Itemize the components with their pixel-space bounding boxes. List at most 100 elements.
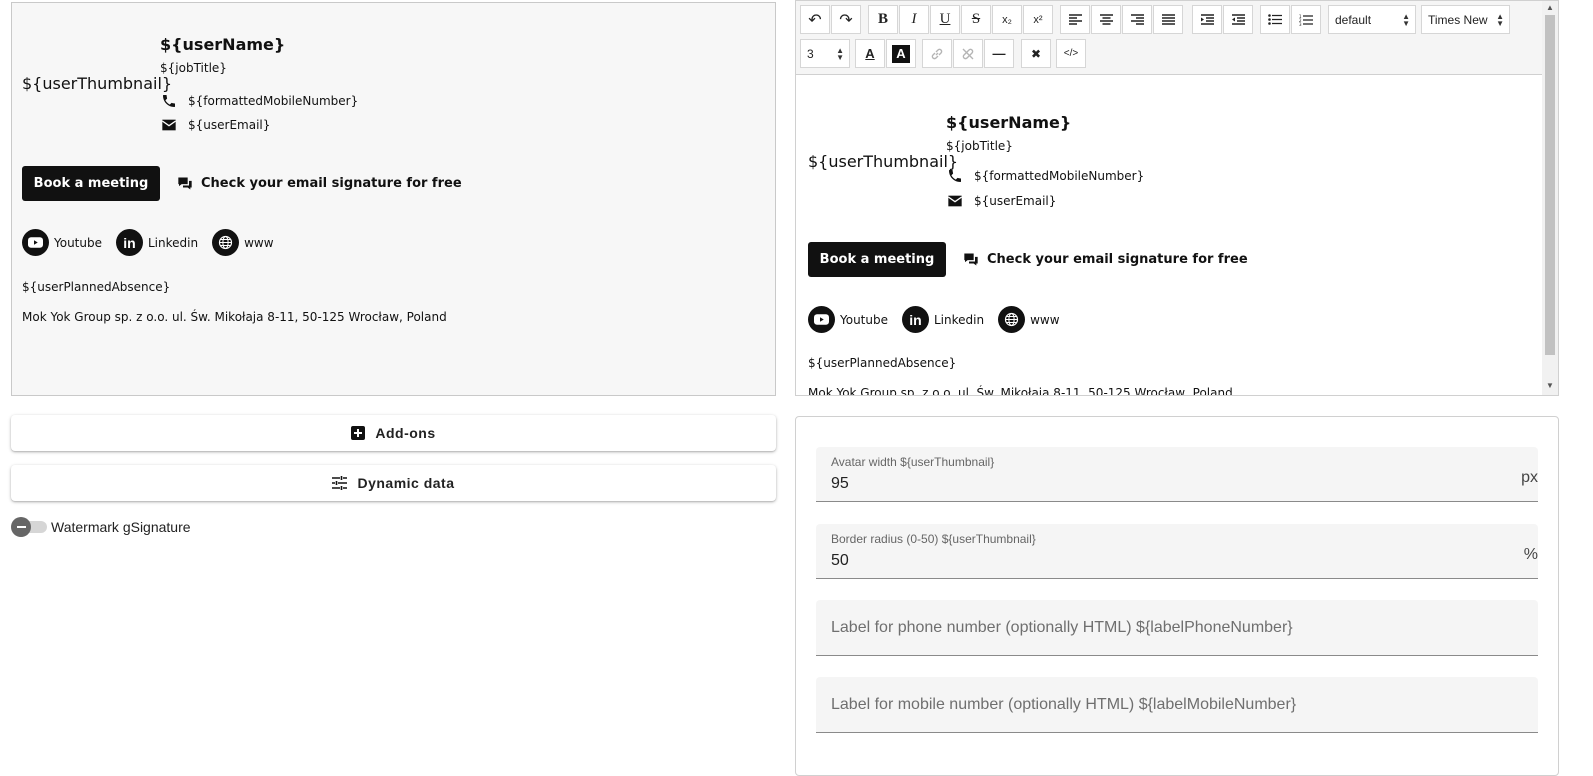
field-suffix: px xyxy=(1521,469,1538,486)
planned-absence: ${userPlannedAbsence} xyxy=(808,356,957,370)
linkedin-icon: in xyxy=(116,229,143,256)
user-thumbnail: ${userThumbnail} xyxy=(808,152,959,171)
field-value[interactable]: 50 xyxy=(831,552,849,570)
italic-button[interactable]: I xyxy=(899,5,929,34)
watermark-row: Watermark gSignature xyxy=(11,517,191,537)
justify-button[interactable] xyxy=(1153,5,1183,34)
job-title: ${jobTitle} xyxy=(946,139,1013,153)
align-left-button[interactable] xyxy=(1060,5,1090,34)
check-signature-label: Check your email signature for free xyxy=(201,176,462,191)
social-label: Youtube xyxy=(54,235,102,250)
html-editor: ↶ ↷ B I U S x₂ x² 123 default ▲ ▼ Times … xyxy=(795,0,1559,396)
text-color-button[interactable]: A xyxy=(855,39,885,68)
bullet-list-button[interactable] xyxy=(1260,5,1290,34)
email-line: ${userEmail} xyxy=(946,192,1056,210)
field-value[interactable]: 95 xyxy=(831,475,849,493)
book-meeting-button[interactable]: Book a meeting xyxy=(808,242,946,277)
phone-icon xyxy=(160,92,178,110)
field-suffix: % xyxy=(1523,546,1538,563)
unlink-button[interactable] xyxy=(953,39,983,68)
user-name: ${userName} xyxy=(946,113,1072,132)
underline-button[interactable]: U xyxy=(930,5,960,34)
dynamic-data-button[interactable]: Dynamic data xyxy=(11,465,776,501)
format-select[interactable]: default ▲ ▼ xyxy=(1328,5,1416,34)
align-center-icon xyxy=(1099,14,1113,25)
email-line: ${userEmail} xyxy=(160,116,270,134)
addons-button[interactable]: Add-ons xyxy=(11,415,776,451)
social-links: Youtube in Linkedin www xyxy=(22,229,288,256)
youtube-icon xyxy=(22,229,49,256)
mail-icon xyxy=(946,192,964,210)
align-left-icon xyxy=(1068,14,1082,25)
horizontal-rule-button[interactable]: — xyxy=(984,39,1014,68)
social-linkedin[interactable]: in Linkedin xyxy=(902,306,984,333)
subscript-button[interactable]: x₂ xyxy=(992,5,1022,34)
mobile-number: ${formattedMobileNumber} xyxy=(188,94,359,108)
check-signature-link[interactable]: Check your email signature for free xyxy=(177,176,462,191)
mail-icon xyxy=(160,116,178,134)
company-address: Mok Yok Group sp. z o.o. ul. Św. Mikołaj… xyxy=(808,386,1233,395)
highlight-icon: A xyxy=(892,44,910,63)
editor-scrollbar[interactable]: ▲ ▼ xyxy=(1542,1,1558,395)
align-center-button[interactable] xyxy=(1091,5,1121,34)
chat-icon xyxy=(177,176,193,191)
strikethrough-button[interactable]: S xyxy=(961,5,991,34)
book-meeting-button[interactable]: Book a meeting xyxy=(22,166,160,201)
link-button[interactable] xyxy=(922,39,952,68)
outdent-button[interactable] xyxy=(1223,5,1253,34)
minus-icon xyxy=(11,517,31,537)
superscript-button[interactable]: x² xyxy=(1023,5,1053,34)
planned-absence: ${userPlannedAbsence} xyxy=(22,280,171,294)
undo-button[interactable]: ↶ xyxy=(800,5,830,34)
code-view-button[interactable]: </> xyxy=(1056,39,1086,68)
clear-format-button[interactable]: ✖ xyxy=(1021,39,1051,68)
phone-icon xyxy=(946,167,964,185)
unlink-icon xyxy=(962,48,974,59)
field-placeholder: Label for phone number (optionally HTML)… xyxy=(831,619,1293,636)
font-size-value: 3 xyxy=(807,46,814,61)
align-right-icon xyxy=(1130,14,1144,25)
avatar-width-field[interactable]: Avatar width ${userThumbnail} 95 px xyxy=(816,447,1538,502)
bold-button[interactable]: B xyxy=(868,5,898,34)
settings-panel: Avatar width ${userThumbnail} 95 px Bord… xyxy=(795,416,1559,776)
align-justify-icon xyxy=(1161,14,1175,25)
mobile-line: ${formattedMobileNumber} xyxy=(160,92,358,110)
user-name: ${userName} xyxy=(160,35,286,54)
scroll-down-icon[interactable]: ▼ xyxy=(1546,381,1554,390)
social-label: Linkedin xyxy=(934,312,985,327)
mobile-number: ${formattedMobileNumber} xyxy=(974,169,1145,183)
add-box-icon xyxy=(351,426,366,440)
field-label: Avatar width ${userThumbnail} xyxy=(831,455,995,469)
border-radius-field[interactable]: Border radius (0-50) ${userThumbnail} 50… xyxy=(816,524,1538,579)
company-address: Mok Yok Group sp. z o.o. ul. Św. Mikołaj… xyxy=(22,310,447,324)
redo-button[interactable]: ↷ xyxy=(831,5,861,34)
svg-text:3: 3 xyxy=(1299,22,1302,26)
outdent-icon xyxy=(1231,14,1245,25)
check-signature-link[interactable]: Check your email signature for free xyxy=(963,252,1248,267)
numbered-list-button[interactable]: 123 xyxy=(1291,5,1321,34)
social-www[interactable]: www xyxy=(998,306,1060,333)
social-youtube[interactable]: Youtube xyxy=(808,306,888,333)
social-youtube[interactable]: Youtube xyxy=(22,229,102,256)
select-arrows-icon: ▲ ▼ xyxy=(1496,12,1504,28)
numbered-list-icon: 123 xyxy=(1299,14,1313,26)
mobile-line: ${formattedMobileNumber} xyxy=(946,167,1144,185)
editor-content[interactable]: ${userThumbnail} ${userName} ${jobTitle}… xyxy=(796,81,1542,395)
social-linkedin[interactable]: in Linkedin xyxy=(116,229,198,256)
watermark-toggle[interactable] xyxy=(11,517,47,537)
addons-label: Add-ons xyxy=(375,425,436,441)
phone-label-field[interactable]: Label for phone number (optionally HTML)… xyxy=(816,600,1538,656)
mobile-label-field[interactable]: Label for mobile number (optionally HTML… xyxy=(816,677,1538,733)
social-label: www xyxy=(1030,312,1060,327)
indent-icon xyxy=(1200,14,1214,25)
align-right-button[interactable] xyxy=(1122,5,1152,34)
font-size-select[interactable]: 3 ▲ ▼ xyxy=(800,39,850,68)
scrollbar-thumb[interactable] xyxy=(1545,15,1555,355)
background-color-button[interactable]: A xyxy=(886,39,916,68)
indent-button[interactable] xyxy=(1192,5,1222,34)
editor-toolbar: ↶ ↷ B I U S x₂ x² 123 default ▲ ▼ Times … xyxy=(796,1,1542,75)
signature-block: ${userThumbnail} ${userName} ${jobTitle}… xyxy=(22,3,762,393)
scroll-up-icon[interactable]: ▲ xyxy=(1546,3,1554,12)
social-www[interactable]: www xyxy=(212,229,274,256)
font-select[interactable]: Times New Roman ▲▼ xyxy=(1421,5,1510,34)
